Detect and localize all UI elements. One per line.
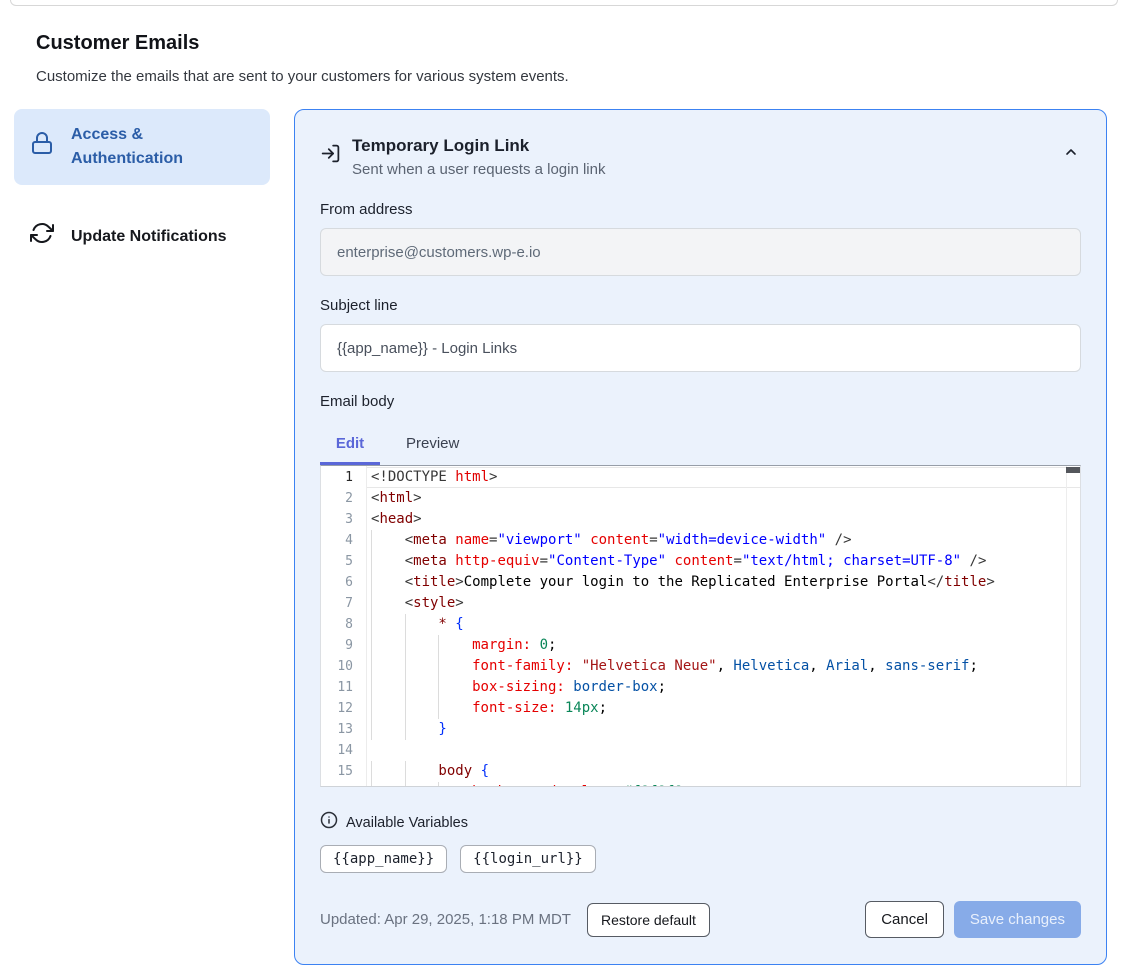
- line-number: 8: [321, 614, 366, 635]
- code-line[interactable]: font-family: "Helvetica Neue", Helvetica…: [371, 656, 1080, 677]
- cancel-button[interactable]: Cancel: [865, 901, 944, 938]
- code-line[interactable]: <html>: [371, 488, 1080, 509]
- code-line[interactable]: <style>: [371, 593, 1080, 614]
- editor-tabs: Edit Preview: [320, 427, 1081, 465]
- code-line[interactable]: <title>Complete your login to the Replic…: [371, 572, 1080, 593]
- email-body-section: Email body Edit Preview 1234567891011121…: [320, 393, 1081, 787]
- line-number: 10: [321, 656, 366, 677]
- line-number: 13: [321, 719, 366, 740]
- line-number: 1: [321, 467, 366, 488]
- line-number: 5: [321, 551, 366, 572]
- info-icon: [320, 811, 338, 834]
- editor-gutter: 12345678910111213141516: [321, 466, 367, 786]
- subject-line-input[interactable]: [320, 324, 1081, 372]
- refresh-icon: [30, 221, 54, 253]
- code-line[interactable]: background-color: #f8f8f8;: [371, 782, 1080, 787]
- available-variables-label: Available Variables: [346, 815, 468, 831]
- editor-scrollbar-track[interactable]: [1066, 466, 1080, 786]
- card-subtitle: Sent when a user requests a login link: [352, 161, 1050, 178]
- card-header: Temporary Login Link Sent when a user re…: [320, 136, 1081, 178]
- line-number: 7: [321, 593, 366, 614]
- available-variables-row: Available Variables: [320, 811, 1081, 834]
- card-footer: Updated: Apr 29, 2025, 1:18 PM MDT Resto…: [320, 901, 1081, 938]
- sidebar-item-label: Access & Authentication: [71, 123, 254, 171]
- updated-timestamp: Updated: Apr 29, 2025, 1:18 PM MDT: [320, 911, 571, 928]
- from-address-input[interactable]: [320, 228, 1081, 276]
- line-number: 16: [321, 782, 366, 787]
- line-number: 3: [321, 509, 366, 530]
- save-changes-button[interactable]: Save changes: [954, 901, 1081, 938]
- code-line[interactable]: * {: [371, 614, 1080, 635]
- code-line[interactable]: box-sizing: border-box;: [371, 677, 1080, 698]
- code-line[interactable]: <!DOCTYPE html>: [371, 467, 1080, 488]
- card-title: Temporary Login Link: [352, 136, 1050, 156]
- page-header: Customer Emails Customize the emails tha…: [0, 6, 1128, 85]
- sidebar-item-label: Update Notifications: [71, 225, 227, 249]
- subject-line-field: Subject line: [320, 297, 1081, 372]
- from-address-label: From address: [320, 201, 1081, 218]
- editor-code-area[interactable]: <!DOCTYPE html><html><head><meta name="v…: [367, 466, 1080, 786]
- variable-chips: {{app_name}} {{login_url}}: [320, 845, 1081, 873]
- page-title: Customer Emails: [36, 32, 1092, 55]
- email-body-label: Email body: [320, 393, 1081, 410]
- from-address-field: From address: [320, 201, 1081, 276]
- line-number: 14: [321, 740, 366, 761]
- line-number: 9: [321, 635, 366, 656]
- sidebar: Access & Authentication Update Notificat…: [14, 109, 270, 267]
- variable-chip[interactable]: {{app_name}}: [320, 845, 447, 873]
- code-editor[interactable]: 12345678910111213141516 <!DOCTYPE html><…: [320, 465, 1081, 787]
- line-number: 6: [321, 572, 366, 593]
- restore-default-button[interactable]: Restore default: [587, 903, 710, 937]
- collapse-button[interactable]: [1061, 142, 1081, 165]
- tab-edit[interactable]: Edit: [320, 427, 380, 465]
- editor-scrollbar-thumb[interactable]: [1066, 467, 1080, 473]
- code-line[interactable]: body {: [371, 761, 1080, 782]
- lock-icon: [30, 131, 54, 163]
- code-line[interactable]: <head>: [371, 509, 1080, 530]
- line-number: 12: [321, 698, 366, 719]
- line-number: 4: [321, 530, 366, 551]
- code-line[interactable]: <meta name="viewport" content="width=dev…: [371, 530, 1080, 551]
- email-template-card: Temporary Login Link Sent when a user re…: [294, 109, 1107, 965]
- chevron-up-icon: [1063, 148, 1079, 163]
- code-line[interactable]: <meta http-equiv="Content-Type" content=…: [371, 551, 1080, 572]
- subject-line-label: Subject line: [320, 297, 1081, 314]
- line-number: 2: [321, 488, 366, 509]
- code-line[interactable]: }: [371, 719, 1080, 740]
- sidebar-item-update-notifications[interactable]: Update Notifications: [14, 207, 270, 267]
- login-icon: [320, 143, 341, 169]
- code-line[interactable]: margin: 0;: [371, 635, 1080, 656]
- code-line[interactable]: [371, 740, 1080, 761]
- tab-preview[interactable]: Preview: [404, 427, 461, 465]
- line-number: 15: [321, 761, 366, 782]
- code-line[interactable]: font-size: 14px;: [371, 698, 1080, 719]
- page-description: Customize the emails that are sent to yo…: [36, 68, 1092, 85]
- sidebar-item-access-authentication[interactable]: Access & Authentication: [14, 109, 270, 185]
- variable-chip[interactable]: {{login_url}}: [460, 845, 596, 873]
- line-number: 11: [321, 677, 366, 698]
